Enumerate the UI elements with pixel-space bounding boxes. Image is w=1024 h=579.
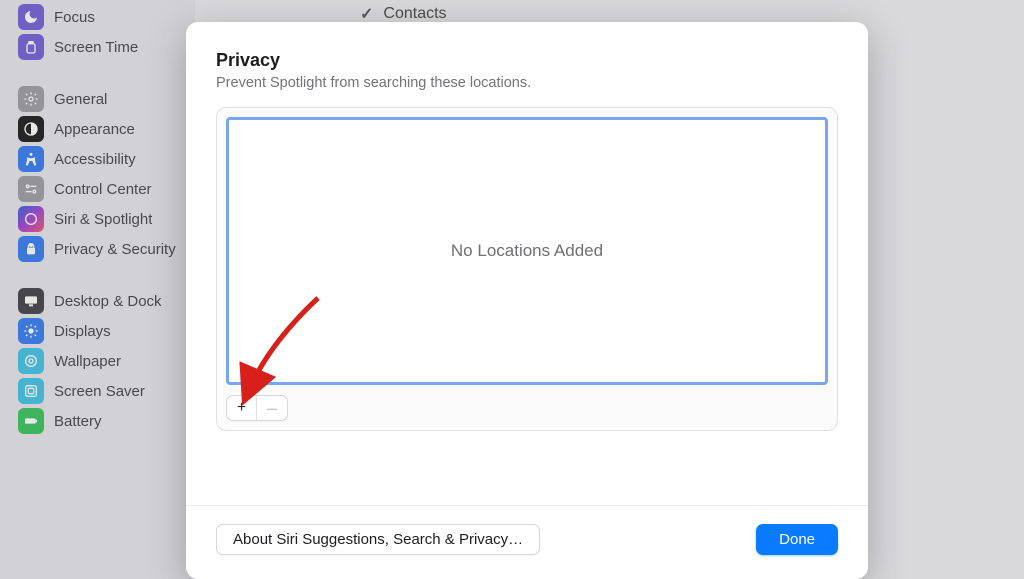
add-remove-segment: + –	[226, 395, 288, 421]
excluded-locations-list[interactable]: No Locations Added	[226, 117, 828, 385]
add-location-button[interactable]: +	[227, 396, 257, 420]
sheet-subtitle: Prevent Spotlight from searching these l…	[216, 75, 838, 91]
done-button[interactable]: Done	[756, 524, 838, 555]
empty-list-text: No Locations Added	[451, 241, 603, 261]
sheet-title: Privacy	[216, 50, 838, 71]
spotlight-privacy-sheet: Privacy Prevent Spotlight from searching…	[186, 22, 868, 579]
remove-location-button: –	[257, 396, 287, 420]
about-siri-privacy-button[interactable]: About Siri Suggestions, Search & Privacy…	[216, 524, 540, 555]
locations-panel: No Locations Added + –	[216, 107, 838, 431]
